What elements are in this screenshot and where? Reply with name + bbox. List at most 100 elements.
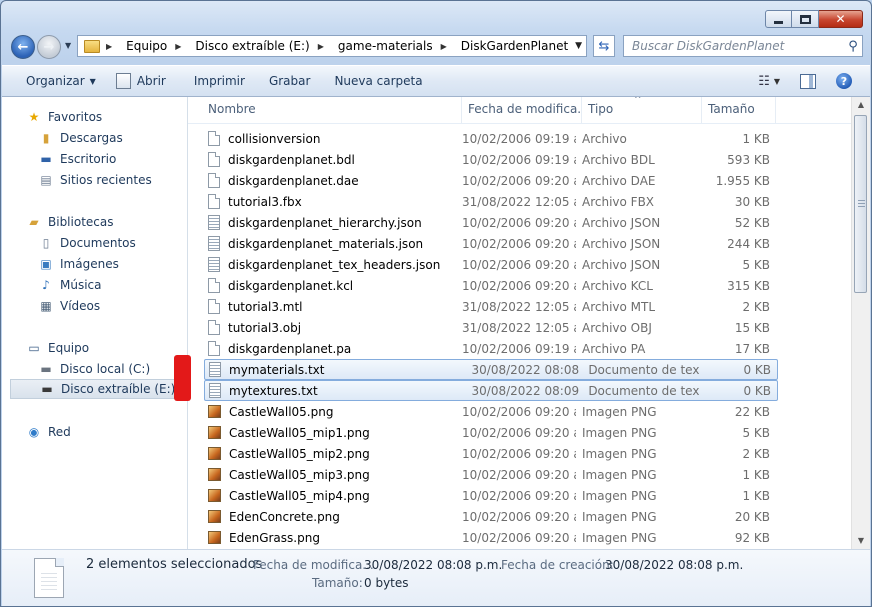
file-row[interactable]: EdenConcrete.png 10/02/2006 09:20 a... Ima…: [188, 506, 852, 527]
file-row[interactable]: diskgardenplanet.dae 10/02/2006 09:20 a..…: [188, 170, 852, 191]
address-dropdown-icon[interactable]: ▼: [575, 41, 582, 51]
file-date: 10/02/2006 09:20 a...: [462, 215, 576, 230]
file-type: Archivo JSON: [582, 257, 661, 272]
nav-downloads[interactable]: ▮ Descargas: [38, 128, 123, 148]
file-name-cell: diskgardenplanet_hierarchy.json: [188, 215, 456, 230]
file-date: 10/02/2006 09:19 a...: [462, 152, 576, 167]
arrow-left-icon: ←: [17, 39, 29, 55]
column-type[interactable]: Tipo: [582, 97, 702, 123]
file-row[interactable]: CastleWall05.png 10/02/2006 09:20 a... Ima…: [188, 401, 852, 422]
scroll-down-icon[interactable]: ▼: [852, 533, 870, 549]
file-name: collisionversion: [228, 131, 321, 146]
arrow-right-icon: →: [43, 39, 55, 55]
file-name-cell: CastleWall05_mip4.png: [188, 489, 456, 503]
organize-button[interactable]: Organizar ▼: [2, 74, 108, 88]
print-button[interactable]: Imprimir: [178, 74, 257, 88]
file-name: diskgardenplanet.bdl: [228, 152, 355, 167]
address-bar[interactable]: ▶ Equipo ▶ Disco extraíble (E:) ▶ game-mat…: [77, 35, 587, 57]
file-row[interactable]: diskgardenplanet_materials.json 10/02/200…: [188, 233, 852, 254]
file-name: diskgardenplanet_tex_headers.json: [228, 257, 441, 272]
file-row[interactable]: diskgardenplanet_tex_headers.json 10/02/2…: [188, 254, 852, 275]
file-type: Archivo PA: [582, 341, 646, 356]
file-row[interactable]: CastleWall05_mip1.png 10/02/2006 09:20 a.…: [188, 422, 852, 443]
file-name: diskgardenplanet.dae: [228, 173, 359, 188]
file-type: Archivo MTL: [582, 299, 656, 314]
nav-network[interactable]: ◉ Red: [26, 422, 71, 442]
file-type: Documento de tex...: [588, 362, 700, 377]
file-type: Imagen PNG: [582, 467, 657, 482]
file-row[interactable]: mymaterials.txt 30/08/2022 08:08 ... Docum…: [204, 359, 778, 380]
file-row[interactable]: diskgardenplanet.bdl 10/02/2006 09:19 a..…: [188, 149, 852, 170]
scroll-thumb[interactable]: [854, 115, 867, 293]
nav-removable-disk[interactable]: ▬ Disco extraíble (E:): [10, 379, 186, 399]
search-input[interactable]: [630, 38, 844, 54]
generic-file-icon: [208, 131, 220, 146]
file-type: Imagen PNG: [582, 509, 657, 524]
file-size: 17 KB: [734, 341, 770, 356]
file-row[interactable]: EdenGrass.png 10/02/2006 09:20 a... Imagen…: [188, 527, 852, 548]
breadcrumb-current[interactable]: DiskGardenPlanet: [461, 39, 568, 53]
file-name: tutorial3.mtl: [228, 299, 303, 314]
file-row[interactable]: tutorial3.mtl 31/08/2022 12:05 a... Archiv…: [188, 296, 852, 317]
png-image-icon: [208, 447, 221, 460]
file-size: 5 KB: [742, 425, 770, 440]
nav-music[interactable]: ♪ Música: [38, 275, 101, 295]
search-icon[interactable]: ⚲: [844, 39, 862, 54]
nav-videos[interactable]: ▦ Vídeos: [38, 296, 100, 316]
forward-button[interactable]: →: [37, 35, 61, 59]
burn-button[interactable]: Grabar: [257, 74, 323, 88]
hard-drive-icon: ▬: [40, 362, 52, 376]
file-name: diskgardenplanet_materials.json: [228, 236, 424, 251]
preview-pane-icon[interactable]: [800, 73, 816, 89]
scroll-up-icon[interactable]: ▲: [852, 97, 870, 113]
file-row[interactable]: diskgardenplanet.kcl 10/02/2006 09:20 a..…: [188, 275, 852, 296]
breadcrumb-game-materials[interactable]: game-materials ▶: [338, 39, 455, 53]
column-size[interactable]: Tamaño: [702, 97, 776, 123]
file-name-cell: CastleWall05.png: [188, 405, 456, 419]
help-icon[interactable]: ?: [836, 73, 852, 89]
file-row[interactable]: tutorial3.fbx 31/08/2022 12:05 a... Archiv…: [188, 191, 852, 212]
search-box[interactable]: ⚲: [623, 35, 863, 57]
file-name: CastleWall05.png: [229, 404, 334, 419]
file-type: Archivo JSON: [582, 215, 661, 230]
maximize-button[interactable]: [792, 10, 819, 28]
open-button[interactable]: Abrir: [108, 73, 178, 89]
file-row[interactable]: diskgardenplanet_hierarchy.json 10/02/200…: [188, 212, 852, 233]
nav-images[interactable]: ▣ Imágenes: [38, 254, 119, 274]
file-row[interactable]: CastleWall05_mip2.png 10/02/2006 09:20 a.…: [188, 443, 852, 464]
nav-documents[interactable]: ▯ Documentos: [38, 233, 136, 253]
nav-favorites[interactable]: ★ Favoritos: [26, 107, 103, 127]
file-size: 15 KB: [734, 320, 770, 335]
file-size: 1 KB: [742, 467, 770, 482]
file-name-cell: tutorial3.obj: [188, 320, 456, 335]
file-row[interactable]: CastleWall05_mip4.png 10/02/2006 09:20 a.…: [188, 485, 852, 506]
column-name[interactable]: Nombre: [188, 97, 462, 123]
view-dropdown-icon[interactable]: ▼: [774, 77, 780, 86]
breadcrumb-disco[interactable]: Disco extraíble (E:) ▶: [195, 39, 331, 53]
close-button[interactable]: ✕: [819, 10, 863, 28]
nav-libraries[interactable]: ▰ Bibliotecas: [26, 212, 113, 232]
file-name-cell: EdenConcrete.png: [188, 510, 456, 524]
view-details-icon[interactable]: ☷: [758, 74, 770, 89]
file-row[interactable]: CastleWall05_mip3.png 10/02/2006 09:20 a.…: [188, 464, 852, 485]
address-row: ← → ▼ ▶ Equipo ▶ Disco extraíble (E:) ▶ ga…: [9, 33, 867, 61]
new-folder-button[interactable]: Nueva carpeta: [322, 74, 434, 88]
file-name-cell: diskgardenplanet_materials.json: [188, 236, 456, 251]
refresh-button[interactable]: ⇆: [593, 35, 615, 57]
nav-recent[interactable]: ▤ Sitios recientes: [38, 170, 151, 190]
recent-pages-dropdown[interactable]: ▼: [65, 41, 71, 50]
file-row[interactable]: mytextures.txt 30/08/2022 08:09 ... Docume…: [204, 380, 778, 401]
column-date[interactable]: Fecha de modifica...: [462, 97, 582, 123]
file-size: 20 KB: [734, 509, 770, 524]
nav-desktop[interactable]: ▬ Escritorio: [38, 149, 116, 169]
minimize-button[interactable]: [765, 10, 792, 28]
file-row[interactable]: diskgardenplanet.pa 10/02/2006 09:19 a...…: [188, 338, 852, 359]
breadcrumb-equipo[interactable]: Equipo ▶: [126, 39, 189, 53]
back-button[interactable]: ←: [11, 35, 35, 59]
nav-computer[interactable]: ▭ Equipo: [26, 338, 89, 358]
vertical-scrollbar[interactable]: ▲ ▼: [851, 97, 870, 549]
file-row[interactable]: collisionversion 10/02/2006 09:19 a... Arc…: [188, 128, 852, 149]
file-row[interactable]: tutorial3.obj 31/08/2022 12:05 a... Archiv…: [188, 317, 852, 338]
nav-local-disk[interactable]: ▬ Disco local (C:): [38, 359, 150, 379]
breadcrumb-root[interactable]: ▶: [106, 42, 120, 51]
